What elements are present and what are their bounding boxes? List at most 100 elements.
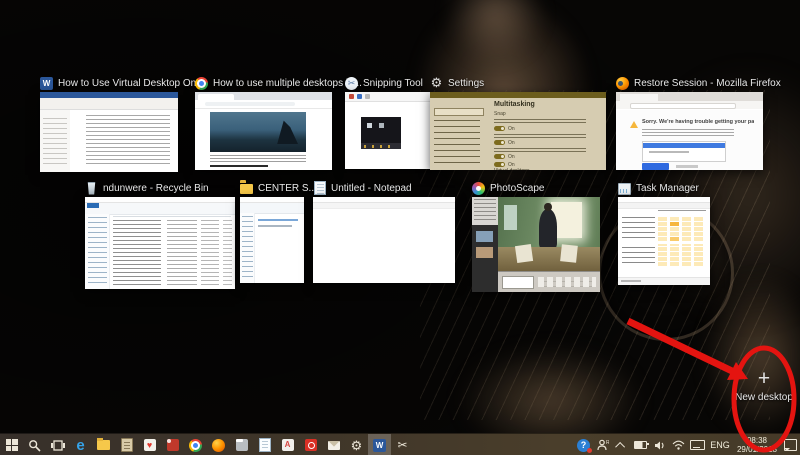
people-icon: R bbox=[596, 439, 609, 451]
file-tab bbox=[87, 203, 99, 208]
people-button[interactable]: R bbox=[593, 434, 612, 455]
snipping-mode-button bbox=[357, 94, 362, 99]
window-thumbnail-recycle-bin[interactable]: ndunwere - Recycle Bin bbox=[85, 181, 235, 289]
show-hidden-icons-button[interactable] bbox=[612, 434, 631, 455]
settings-toggle-2 bbox=[494, 140, 505, 145]
explorer-nav-pane bbox=[240, 213, 255, 283]
capture-taskbar-strip bbox=[361, 143, 401, 149]
speaker-icon bbox=[654, 441, 664, 449]
window-title: CENTER S... bbox=[258, 182, 317, 194]
mail-button[interactable] bbox=[322, 434, 345, 455]
file-item-line-1 bbox=[258, 219, 298, 221]
window-preview-recycle-bin bbox=[85, 197, 235, 289]
notepad-button[interactable] bbox=[253, 434, 276, 455]
network-tray-button[interactable] bbox=[669, 434, 688, 455]
window-title-row: W How to Use Virtual Desktop On... bbox=[40, 76, 205, 90]
window-thumbnail-chrome[interactable]: How to use multiple desktops in... bbox=[195, 76, 362, 170]
window-thumbnail-firefox[interactable]: Restore Session - Mozilla Firefox Sorry.… bbox=[616, 76, 781, 170]
snipping-new-button bbox=[349, 94, 354, 99]
window-thumbnail-task-manager[interactable]: Task Manager bbox=[618, 181, 710, 285]
action-center-button[interactable] bbox=[781, 434, 800, 455]
task-manager-statusbar bbox=[618, 277, 710, 285]
snipping-tool-button[interactable]: ✂ bbox=[391, 434, 414, 455]
window-thumbnail-word[interactable]: W How to Use Virtual Desktop On... bbox=[40, 76, 205, 172]
window-thumbnail-center-s-folder[interactable]: CENTER S... bbox=[240, 181, 317, 283]
photo-thumb-1 bbox=[476, 231, 493, 242]
toggle-label-1: On bbox=[508, 126, 515, 132]
controls-buttons bbox=[538, 277, 596, 287]
search-button[interactable] bbox=[23, 434, 46, 455]
window-thumbnail-notepad[interactable]: Untitled - Notepad bbox=[313, 181, 455, 283]
capture-tile-2 bbox=[379, 123, 384, 128]
notepad-icon bbox=[258, 438, 271, 452]
plus-icon: + bbox=[757, 367, 771, 390]
photo-person bbox=[538, 202, 558, 248]
window-preview-photoscape bbox=[472, 197, 600, 292]
window-thumbnail-snipping-tool[interactable]: ✂ Snipping Tool bbox=[345, 76, 438, 169]
secondary-link-line bbox=[676, 165, 698, 168]
clipboard-app-button[interactable] bbox=[115, 434, 138, 455]
window-thumbnail-photoscape[interactable]: PhotoScape bbox=[472, 181, 600, 292]
new-desktop-button[interactable]: + New desktop bbox=[726, 367, 800, 404]
chrome-button[interactable] bbox=[184, 434, 207, 455]
window-title-row: ⚙ Settings bbox=[430, 75, 606, 90]
task-manager-menubar bbox=[618, 203, 710, 209]
clock[interactable]: 08:38 29/01/2018 bbox=[733, 436, 781, 454]
notepad-icon-wrap bbox=[313, 181, 326, 195]
settings-search-box bbox=[434, 108, 484, 116]
task-manager-icon-wrap bbox=[618, 182, 631, 195]
article-hero-image bbox=[210, 112, 306, 152]
edge-button[interactable]: e bbox=[69, 434, 92, 455]
firefox-button[interactable] bbox=[207, 434, 230, 455]
window-preview-folder bbox=[240, 197, 304, 283]
window-title-row: How to use multiple desktops in... bbox=[195, 76, 362, 90]
network-wifi-icon bbox=[672, 440, 685, 450]
task-view-button[interactable] bbox=[46, 434, 69, 455]
settings-toggle-1 bbox=[494, 126, 505, 131]
start-button[interactable] bbox=[0, 434, 23, 455]
volume-tray-button[interactable] bbox=[650, 434, 669, 455]
firefox-icon bbox=[616, 76, 629, 90]
type-column bbox=[201, 220, 219, 286]
settings-section2-heading: Virtual desktops bbox=[494, 168, 529, 170]
photo-paper-2 bbox=[560, 244, 579, 263]
search-icon bbox=[29, 439, 41, 452]
settings-toggle-4 bbox=[494, 162, 505, 167]
word-button-active[interactable]: W bbox=[368, 434, 391, 455]
size-column bbox=[223, 220, 232, 286]
window-title: ndunwere - Recycle Bin bbox=[103, 182, 209, 194]
touch-keyboard-button[interactable] bbox=[688, 434, 707, 455]
task-view-icon bbox=[50, 439, 65, 451]
firefox-icon bbox=[212, 438, 225, 452]
taskbar-apps: e ♥ A ⚙ W ✂ bbox=[0, 434, 414, 455]
health-app-button[interactable]: ♥ bbox=[138, 434, 161, 455]
nav-tree-lines bbox=[242, 216, 253, 280]
red-app-button[interactable] bbox=[161, 434, 184, 455]
battery-tray-button[interactable] bbox=[631, 434, 650, 455]
gear-icon: ⚙ bbox=[350, 437, 363, 453]
restore-heading: Sorry. We're having trouble getting your… bbox=[642, 119, 754, 125]
restore-session-list bbox=[642, 141, 726, 162]
window-title-row: Task Manager bbox=[618, 181, 710, 195]
gray-app-button[interactable] bbox=[230, 434, 253, 455]
file-name-column bbox=[113, 220, 161, 286]
acrobat-button[interactable] bbox=[299, 434, 322, 455]
window-preview-settings: Multitasking Snap On On On On Virtual de… bbox=[430, 92, 606, 170]
nav-tree-lines bbox=[88, 217, 107, 286]
help-tray-button[interactable]: ? bbox=[574, 434, 593, 455]
photo-desk bbox=[498, 246, 600, 272]
language-indicator[interactable]: ENG bbox=[707, 434, 733, 455]
settings-button[interactable]: ⚙ bbox=[345, 434, 368, 455]
column-header-line bbox=[113, 216, 231, 217]
folder-icon bbox=[240, 184, 253, 194]
settings-body: Multitasking Snap On On On On Virtual de… bbox=[430, 98, 606, 170]
recycle-bin-icon-wrap bbox=[85, 181, 98, 195]
recycle-bin-icon bbox=[87, 181, 96, 195]
window-preview-snipping bbox=[345, 92, 438, 169]
adobe-app-button[interactable]: A bbox=[276, 434, 299, 455]
window-title: Task Manager bbox=[636, 182, 699, 194]
file-explorer-button[interactable] bbox=[92, 434, 115, 455]
window-title-row: ndunwere - Recycle Bin bbox=[85, 181, 235, 195]
window-thumbnail-settings[interactable]: ⚙ Settings Multitasking Snap On On On On bbox=[430, 75, 606, 170]
new-desktop-label: New desktop bbox=[735, 392, 793, 403]
